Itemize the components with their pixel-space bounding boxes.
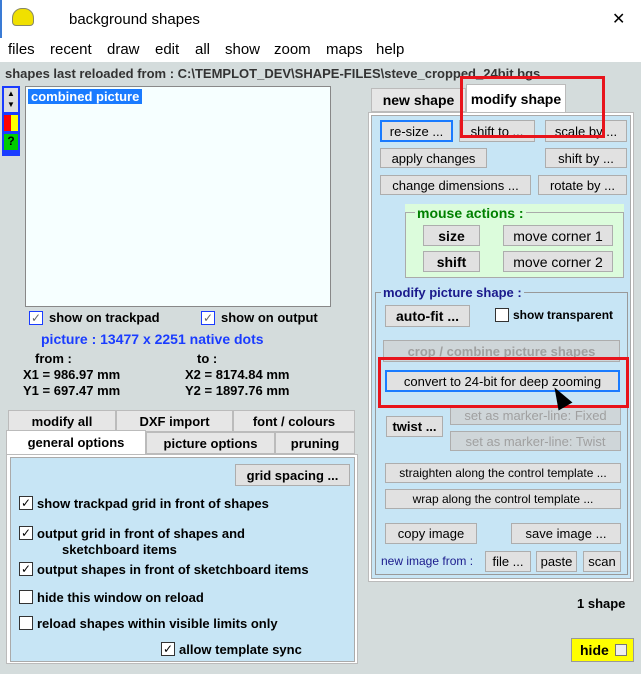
change-dimensions-button[interactable]: change dimensions ... — [380, 175, 531, 195]
show-on-trackpad-checkbox[interactable]: ✓ — [29, 311, 43, 325]
shape-count: 1 shape — [577, 596, 626, 611]
shift-button[interactable]: shift — [423, 251, 480, 272]
menu-recent[interactable]: recent — [50, 41, 92, 58]
size-button[interactable]: size — [423, 225, 480, 246]
menu-show[interactable]: show — [225, 41, 260, 58]
apply-changes-button[interactable]: apply changes — [380, 148, 487, 168]
tab-modify-all[interactable]: modify all — [8, 410, 116, 432]
show-transparent-checkbox[interactable] — [495, 308, 509, 322]
rotate-by-button[interactable]: rotate by ... — [538, 175, 627, 195]
menu-zoom[interactable]: zoom — [274, 41, 311, 58]
allow-sync-checkbox[interactable]: ✓ — [161, 642, 175, 656]
close-button[interactable]: ✕ — [612, 9, 625, 29]
tab-new-shape[interactable]: new shape — [371, 88, 466, 112]
modify-picture-title: modify picture shape : — [381, 285, 524, 300]
tab-dxf-import[interactable]: DXF import — [116, 410, 233, 432]
menu-help[interactable]: help — [376, 41, 404, 58]
option-checkbox[interactable]: ✓ — [19, 526, 33, 540]
scan-button[interactable]: scan — [583, 551, 621, 572]
option-checkbox[interactable]: ✓ — [19, 562, 33, 576]
marker-line-fixed-button[interactable]: set as marker-line: Fixed — [450, 405, 621, 425]
app-logo-icon — [12, 8, 34, 26]
marker-line-twist-button[interactable]: set as marker-line: Twist — [450, 431, 621, 451]
x1-value: X1 = 986.97 mm — [23, 367, 121, 382]
option-label: output grid in front of shapes and — [37, 526, 245, 541]
option-label: reload shapes within visible limits only — [37, 616, 278, 631]
to-label: to : — [197, 351, 218, 366]
tab-general-options[interactable]: general options — [6, 430, 146, 454]
option-label: hide this window on reload — [37, 590, 204, 605]
menu-edit[interactable]: edit — [155, 41, 179, 58]
move-corner-2-button[interactable]: move corner 2 — [503, 251, 613, 272]
side-toolbar: ▲ ▼ ? — [2, 86, 20, 156]
from-label: from : — [35, 351, 72, 366]
menu-files[interactable]: files — [8, 41, 35, 58]
option-checkbox[interactable] — [19, 590, 33, 604]
hide-label: hide — [580, 642, 609, 658]
tab-modify-shape[interactable]: modify shape — [466, 84, 566, 112]
y1-value: Y1 = 697.47 mm — [23, 383, 121, 398]
list-item[interactable]: combined picture — [28, 89, 143, 104]
highlight-box — [378, 357, 629, 408]
mouse-actions-title: mouse actions : — [415, 205, 526, 221]
straighten-button[interactable]: straighten along the control template ..… — [385, 463, 621, 483]
option-checkbox[interactable] — [19, 616, 33, 630]
shapes-list[interactable]: combined picture — [25, 86, 331, 307]
resize-button[interactable]: re-size ... — [380, 120, 453, 142]
show-transparent-label: show transparent — [513, 308, 614, 322]
scroll-arrows-button[interactable]: ▲ ▼ — [4, 88, 18, 112]
picture-info: picture : 13477 x 2251 native dots — [41, 331, 264, 347]
modify-shape-panel: re-size ... shift to ... scale by ... ap… — [371, 115, 631, 579]
menu-draw[interactable]: draw — [107, 41, 140, 58]
grid-spacing-button[interactable]: grid spacing ... — [235, 464, 350, 486]
paste-button[interactable]: paste — [536, 551, 577, 572]
show-on-output-label: show on output — [221, 310, 318, 325]
help-icon[interactable]: ? — [4, 134, 18, 150]
copy-image-button[interactable]: copy image — [385, 523, 477, 544]
general-options-panel: grid spacing ... ✓ show trackpad grid in… — [10, 457, 355, 662]
new-image-from-label: new image from : — [381, 554, 474, 568]
window-title: background shapes — [69, 11, 200, 28]
file-button[interactable]: file ... — [485, 551, 531, 572]
option-checkbox[interactable]: ✓ — [19, 496, 33, 510]
tab-pruning[interactable]: pruning — [275, 432, 355, 454]
menu-maps[interactable]: maps — [326, 41, 363, 58]
menu-bar: files recent draw edit all show zoom map… — [0, 38, 641, 62]
twist-button[interactable]: twist ... — [386, 416, 443, 437]
tab-picture-options[interactable]: picture options — [146, 432, 275, 454]
menu-all[interactable]: all — [195, 41, 210, 58]
save-image-button[interactable]: save image ... — [511, 523, 621, 544]
hide-button[interactable]: hide — [571, 638, 634, 662]
mouse-actions-group: mouse actions : size shift move corner 1… — [405, 204, 624, 278]
move-corner-1-button[interactable]: move corner 1 — [503, 225, 613, 246]
wrap-button[interactable]: wrap along the control template ... — [385, 489, 621, 509]
allow-sync-label: allow template sync — [179, 642, 302, 657]
show-on-trackpad-label: show on trackpad — [49, 310, 160, 325]
y2-value: Y2 = 1897.76 mm — [185, 383, 290, 398]
auto-fit-button[interactable]: auto-fit ... — [385, 305, 470, 327]
shift-by-button[interactable]: shift by ... — [545, 148, 627, 168]
show-on-output-checkbox[interactable]: ✓ — [201, 311, 215, 325]
option-label: show trackpad grid in front of shapes — [37, 496, 269, 511]
option-label: output shapes in front of sketchboard it… — [37, 562, 309, 577]
title-bar: background shapes ✕ — [0, 0, 641, 38]
tab-font-colours[interactable]: font / colours — [233, 410, 355, 432]
colour-icon[interactable] — [4, 115, 18, 131]
option-label-cont: sketchboard items — [62, 542, 177, 557]
x2-value: X2 = 8174.84 mm — [185, 367, 290, 382]
hide-indicator-icon — [614, 644, 627, 656]
